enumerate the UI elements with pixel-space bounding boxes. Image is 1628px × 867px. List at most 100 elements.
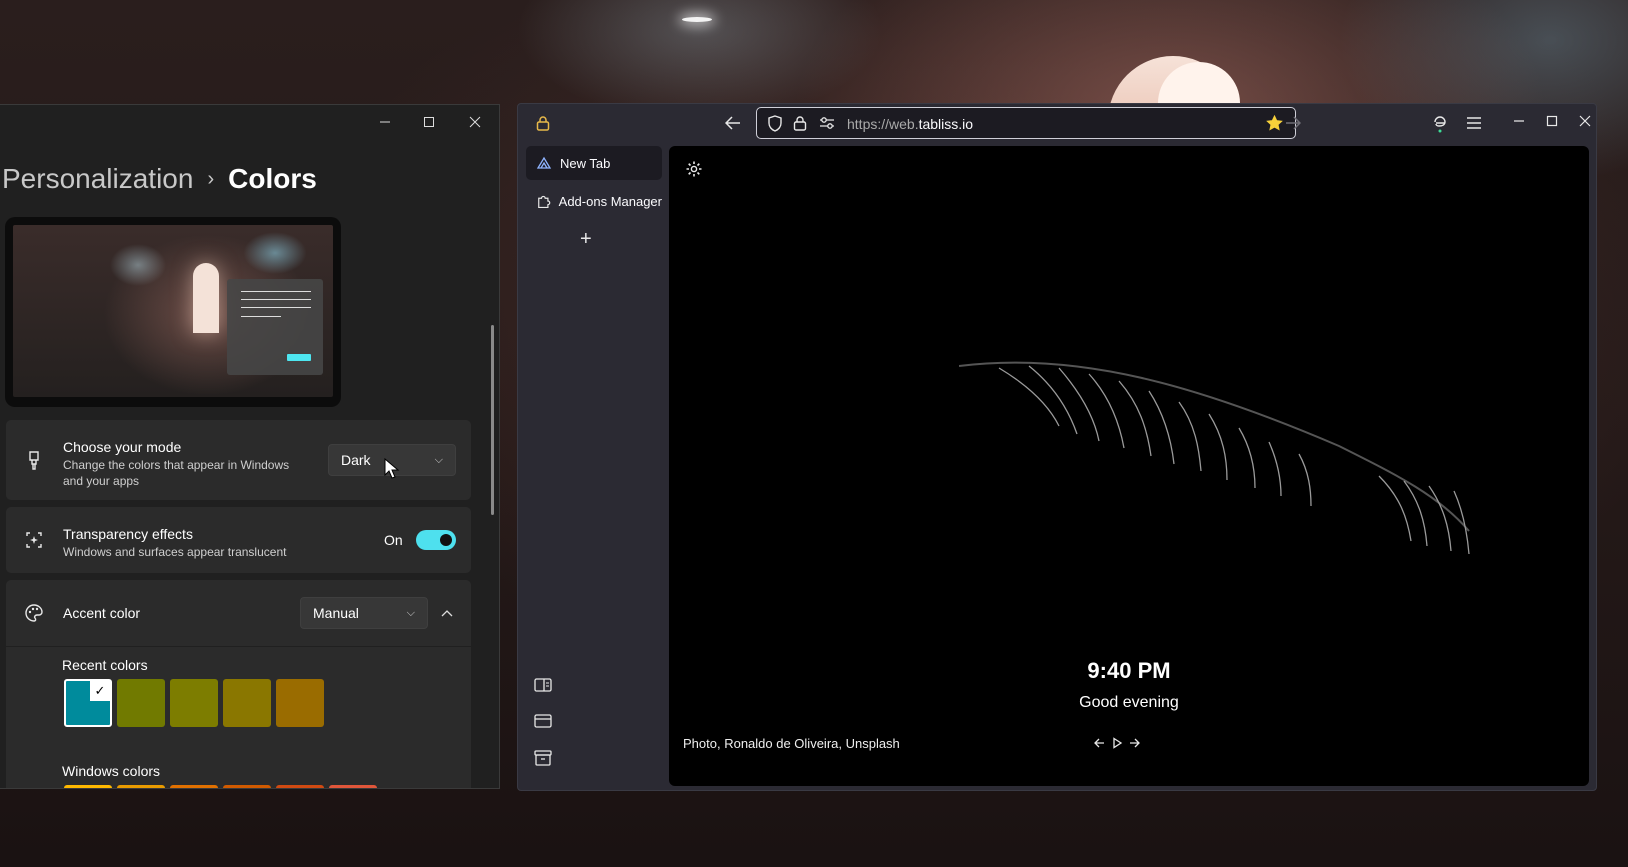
- preview-accent-button: [287, 354, 311, 361]
- address-bar[interactable]: https://web.tabliss.io: [756, 107, 1296, 139]
- tab-new-tab[interactable]: New Tab: [526, 146, 662, 180]
- next-photo-icon[interactable]: [1129, 737, 1141, 749]
- url-domain: tabliss.io: [918, 116, 974, 132]
- maximize-icon: [1546, 115, 1558, 127]
- transparency-subtitle: Windows and surfaces appear translucent: [63, 545, 287, 559]
- mode-subtitle-line2: and your apps: [63, 474, 140, 488]
- close-button[interactable]: [452, 105, 498, 139]
- permissions-icon[interactable]: [819, 116, 835, 135]
- recent-color-swatch[interactable]: [170, 679, 218, 727]
- accent-card: Accent color Manual ⌵: [6, 580, 471, 646]
- mouse-cursor-icon: [384, 458, 400, 479]
- windows-color-swatch[interactable]: [64, 785, 112, 788]
- mode-card: Choose your mode Change the colors that …: [6, 420, 471, 500]
- accent-title: Accent color: [63, 605, 141, 621]
- tab-addons-manager[interactable]: Add-ons Manager: [526, 184, 662, 218]
- toggle-knob: [440, 534, 452, 546]
- browser-close-button[interactable]: [1574, 110, 1596, 132]
- vertical-tabs-sidebar: New Tab Add-ons Manager +: [522, 144, 662, 788]
- go-button[interactable]: [1282, 112, 1304, 134]
- theme-preview: [5, 217, 341, 407]
- photo-controls: [1093, 737, 1141, 749]
- sidebar-toggle-button[interactable]: [534, 678, 552, 697]
- transparency-toggle[interactable]: [416, 530, 456, 550]
- chevron-up-icon: [441, 610, 453, 617]
- preview-image: [13, 225, 333, 397]
- tab-label: Add-ons Manager: [558, 193, 662, 209]
- accent-dropdown-value: Manual: [313, 605, 359, 621]
- back-button[interactable]: [722, 112, 744, 134]
- tabliss-icon: [536, 156, 552, 169]
- previous-photo-icon[interactable]: [1093, 737, 1105, 749]
- brush-icon: [24, 450, 44, 470]
- transparency-card: Transparency effects Windows and surface…: [6, 507, 471, 573]
- new-tab-button[interactable]: +: [580, 228, 592, 251]
- url-prefix: https://web.: [847, 116, 919, 132]
- minimize-button[interactable]: [362, 105, 408, 139]
- mode-subtitle-line1: Change the colors that appear in Windows: [63, 458, 290, 472]
- browser-maximize-button[interactable]: [1541, 110, 1563, 132]
- recent-color-swatch[interactable]: [276, 679, 324, 727]
- preview-arch: [193, 263, 219, 333]
- recent-color-swatch[interactable]: ✓: [64, 679, 112, 727]
- close-icon: [469, 116, 481, 128]
- windows-color-swatch[interactable]: [117, 785, 165, 788]
- gear-icon: [686, 161, 702, 177]
- close-icon: [1579, 115, 1591, 127]
- preview-line: [241, 291, 311, 292]
- url-text[interactable]: https://web.tabliss.io: [847, 116, 973, 132]
- windows-color-swatch[interactable]: [329, 785, 377, 788]
- clock-time: 9:40 PM: [1087, 658, 1171, 683]
- minimize-icon: [380, 121, 390, 123]
- windows-color-swatch[interactable]: [276, 785, 324, 788]
- photo-credit[interactable]: Photo, Ronaldo de Oliveira, Unsplash: [683, 736, 900, 751]
- preview-line: [241, 307, 311, 308]
- background-photo-leaf: [959, 361, 1470, 555]
- account-button[interactable]: [1429, 112, 1451, 134]
- sync-account-icon: [1434, 116, 1446, 133]
- tab-label: New Tab: [560, 155, 611, 171]
- browser-window: https://web.tabliss.io New Tab Add-ons M…: [517, 103, 1597, 791]
- chevron-down-icon: ⌵: [434, 453, 443, 466]
- menu-button[interactable]: [1463, 112, 1485, 134]
- tabliss-settings-button[interactable]: [685, 160, 703, 183]
- bookmark-star-icon[interactable]: [1266, 114, 1283, 136]
- sidebar-icon: [534, 678, 552, 692]
- chevron-down-icon: ⌵: [406, 606, 415, 619]
- wallpaper-lamp: [682, 17, 712, 22]
- window-icon: [534, 714, 552, 728]
- windows-color-swatch[interactable]: [170, 785, 218, 788]
- archive-box-icon: [534, 750, 552, 766]
- accent-dropdown[interactable]: Manual ⌵: [300, 597, 428, 629]
- mode-title: Choose your mode: [63, 439, 182, 455]
- shield-icon[interactable]: [767, 115, 783, 137]
- scrollbar-thumb[interactable]: [491, 325, 494, 515]
- recent-color-swatch[interactable]: [223, 679, 271, 727]
- hamburger-icon: [1467, 117, 1481, 129]
- transparency-sparkle-icon: [24, 530, 44, 550]
- greeting: Good evening: [1079, 694, 1179, 711]
- mode-dropdown-value: Dark: [341, 452, 371, 468]
- breadcrumb-personalization[interactable]: Personalization: [2, 163, 193, 195]
- palette-icon: [24, 603, 44, 623]
- maximize-button[interactable]: [406, 105, 452, 139]
- collections-button[interactable]: [534, 750, 552, 771]
- lock-icon[interactable]: [532, 112, 554, 134]
- tab-view-button[interactable]: [534, 714, 552, 733]
- browser-minimize-button[interactable]: [1508, 110, 1530, 132]
- windows-colors-label: Windows colors: [62, 763, 161, 779]
- transparency-title: Transparency effects: [63, 526, 193, 542]
- settings-window: Personalization › Colors Choose your mod…: [0, 104, 500, 789]
- transparency-state-label: On: [384, 532, 403, 548]
- maximize-icon: [424, 117, 434, 127]
- preview-window: [227, 279, 323, 375]
- collapse-button[interactable]: [436, 602, 458, 624]
- page-content: 9:40 PM Good evening Photo, Ronaldo de O…: [669, 146, 1589, 786]
- windows-color-swatch[interactable]: [223, 785, 271, 788]
- recent-color-swatch[interactable]: [117, 679, 165, 727]
- breadcrumb-separator: ›: [207, 167, 215, 190]
- minimize-icon: [1514, 120, 1524, 122]
- recent-colors-label: Recent colors: [62, 657, 148, 673]
- padlock-icon[interactable]: [793, 115, 807, 136]
- play-icon[interactable]: [1111, 737, 1123, 749]
